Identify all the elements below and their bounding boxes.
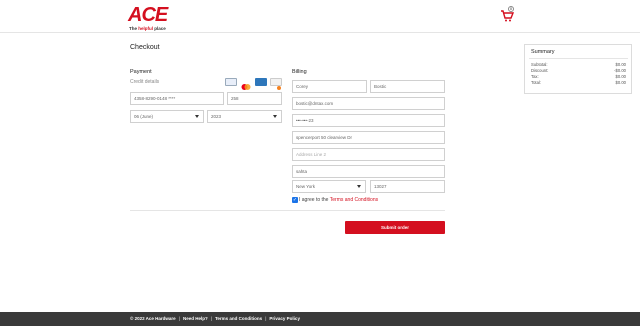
visa-card-icon xyxy=(225,78,237,86)
summary-row-total: Total: $0.00 xyxy=(531,80,626,85)
footer-terms-link[interactable]: Terms and Conditions xyxy=(215,312,262,326)
expiry-year-select[interactable]: 2023 xyxy=(207,110,282,123)
footer-separator: | xyxy=(265,316,267,321)
zip-input[interactable]: 13027 xyxy=(370,180,445,193)
payment-heading: Payment xyxy=(130,69,152,75)
first-name-input[interactable]: Corey xyxy=(292,80,367,93)
ace-logo[interactable]: ACE The helpful place xyxy=(128,4,180,32)
divider xyxy=(529,58,628,59)
address-line-2-input[interactable]: Address Line 2 xyxy=(292,148,445,161)
credit-details-label: Credit details xyxy=(130,79,160,85)
terms-checkbox[interactable]: ✓ xyxy=(292,197,298,203)
chevron-down-icon xyxy=(273,115,277,118)
footer-separator: | xyxy=(178,316,180,321)
chevron-down-icon xyxy=(195,115,199,118)
terms-link[interactable]: Terms and Conditions xyxy=(330,197,378,203)
expiry-month-select[interactable]: 06 (June) xyxy=(130,110,204,123)
site-footer: © 2022 Ace Hardware | Need Help? | Terms and… xyxy=(0,312,640,326)
billing-heading: Billing xyxy=(292,69,307,75)
footer-copyright: © 2022 Ace Hardware xyxy=(130,316,176,321)
card-number-input[interactable]: 4358-8290-0148 **** xyxy=(130,92,224,105)
divider xyxy=(130,210,445,211)
logo-tagline: The helpful place xyxy=(129,26,166,31)
email-input[interactable]: bostic@dntax.com xyxy=(292,97,445,110)
site-header: ACE The helpful place 0 xyxy=(0,0,640,33)
phone-input[interactable]: •••-•••-23 xyxy=(292,114,445,127)
terms-agreement-text: I agree to the Terms and Conditions xyxy=(299,197,379,203)
summary-title: Summary xyxy=(531,49,555,55)
discover-card-icon xyxy=(270,78,282,90)
last-name-input[interactable]: Bostic xyxy=(370,80,445,93)
order-summary-panel: Summary Subtotal: $0.00 Discount: -$0.00 T… xyxy=(524,44,632,94)
submit-order-button[interactable]: Submit order xyxy=(345,221,445,234)
cvv-input[interactable]: 258 xyxy=(227,92,282,105)
amex-card-icon xyxy=(255,78,267,86)
cart-count-badge: 0 xyxy=(508,6,514,12)
footer-privacy-link[interactable]: Privacy Policy xyxy=(269,312,300,326)
city-input[interactable]: sahta xyxy=(292,165,445,178)
logo-wordmark: ACE xyxy=(128,4,168,26)
chevron-down-icon xyxy=(357,185,361,188)
footer-separator: | xyxy=(210,316,212,321)
mastercard-icon xyxy=(240,78,252,90)
footer-need-help-link[interactable]: Need Help? xyxy=(183,312,208,326)
address-line-1-input[interactable]: spencerport 50 clearview Dr xyxy=(292,131,445,144)
page-title: Checkout xyxy=(130,44,160,51)
state-select[interactable]: New York xyxy=(292,180,366,193)
